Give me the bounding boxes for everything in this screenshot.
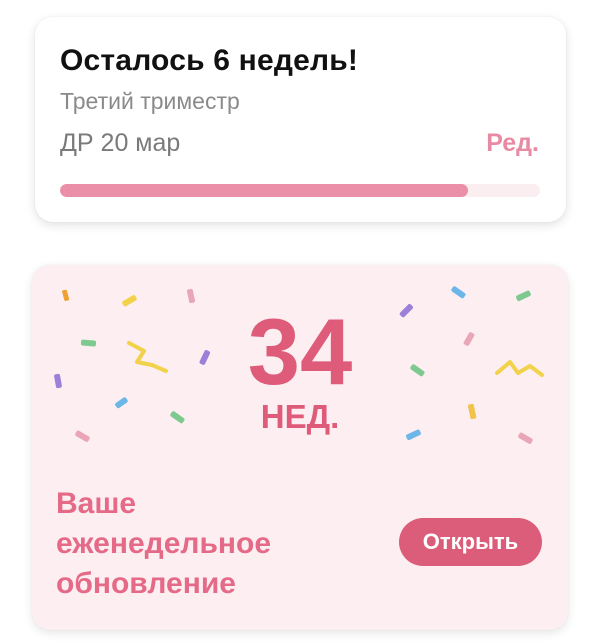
- pregnancy-progress-bar: [60, 184, 540, 197]
- weekly-update-card[interactable]: 34 НЕД. Ваше еженедельное обновление Отк…: [32, 265, 568, 630]
- weekly-update-text: Ваше еженедельное обновление: [56, 487, 272, 600]
- pregnancy-progress-fill: [60, 184, 468, 197]
- confetti-piece: [516, 290, 531, 302]
- edit-button[interactable]: Ред.: [486, 129, 539, 158]
- progress-card: Осталось 6 недель! Третий триместр ДР 20…: [35, 17, 566, 222]
- due-date-label: ДР 20 мар: [60, 129, 181, 157]
- open-button[interactable]: Открыть: [399, 518, 542, 566]
- current-week-number: 34: [247, 299, 353, 404]
- confetti-piece: [186, 288, 196, 304]
- trimester-label: Третий триместр: [60, 88, 240, 114]
- confetti-piece: [62, 289, 70, 301]
- confetti-piece: [451, 286, 466, 299]
- week-unit-label: НЕД.: [260, 398, 340, 435]
- confetti-piece: [518, 432, 533, 444]
- weeks-left-title: Осталось 6 недель!: [60, 44, 359, 77]
